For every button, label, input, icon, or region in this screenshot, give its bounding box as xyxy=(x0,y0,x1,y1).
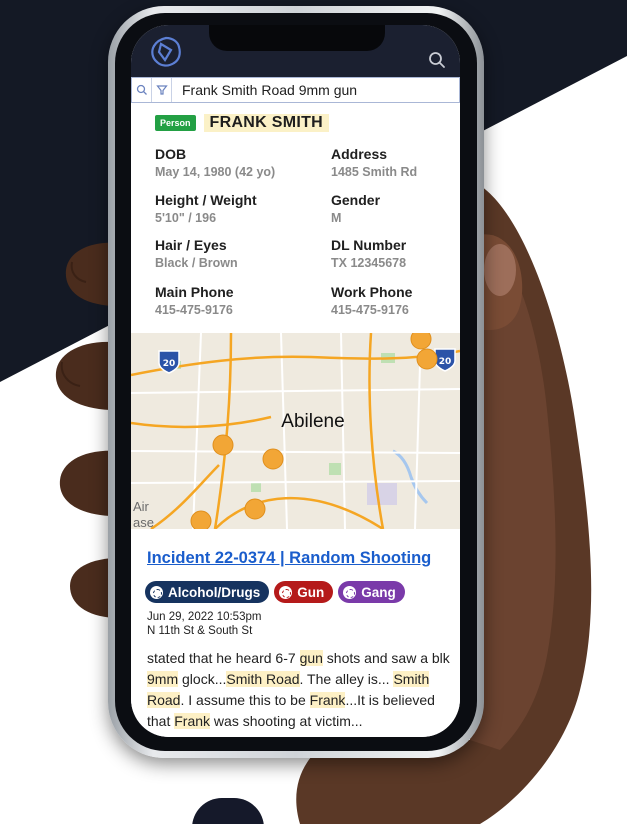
narrative-highlight: Frank xyxy=(309,692,346,708)
tag-alcohol-drugs[interactable]: Alcohol/Drugs xyxy=(145,581,270,603)
incident-title-link[interactable]: Incident 22-0374 | Random Shooting xyxy=(147,549,431,568)
map-marker-icon xyxy=(244,498,266,520)
highway-shield-label: 20 xyxy=(439,357,452,367)
field-label: DL Number xyxy=(331,237,407,253)
narrative-highlight: Smith Road xyxy=(226,671,300,687)
field-hair-eyes: Hair / Eyes Black / Brown xyxy=(155,236,305,272)
narrative-text: stated that he heard 6-7 xyxy=(147,650,300,666)
field-value: TX 12345678 xyxy=(331,256,407,270)
field-main-phone: Main Phone 415-475-9176 xyxy=(155,283,305,319)
app-header xyxy=(131,25,460,77)
narrative-text: shots and saw a blk xyxy=(322,650,450,666)
narrative-highlight: 9mm xyxy=(147,671,179,687)
person-badge: Person xyxy=(155,115,196,131)
field-value: 1485 Smith Rd xyxy=(331,165,418,179)
tag-label: Gang xyxy=(361,584,396,600)
tag-label: Alcohol/Drugs xyxy=(168,584,261,600)
field-gender: Gender M xyxy=(331,191,460,227)
map-corner-label: ase xyxy=(133,515,154,529)
field-value[interactable]: 415-475-9176 xyxy=(155,301,305,319)
phone-notch xyxy=(209,25,385,51)
narrative-highlight: Frank xyxy=(174,713,211,729)
field-work-phone: Work Phone 415-475-9176 xyxy=(331,283,460,319)
app-logo-icon[interactable] xyxy=(147,34,185,72)
field-label: Gender xyxy=(331,192,381,208)
field-dl-number: DL Number TX 12345678 xyxy=(331,236,460,272)
narrative-text: was shooting at victim... xyxy=(210,713,363,729)
search-icon[interactable] xyxy=(428,51,446,69)
field-label: Work Phone xyxy=(331,284,413,300)
incident-date: Jun 29, 2022 10:53pm xyxy=(147,611,262,623)
person-card[interactable]: Person FRANK SMITH DOB May 14, 1980 (42 … xyxy=(131,103,460,333)
map-city-label: Abilene xyxy=(281,411,344,432)
map-marker-icon xyxy=(212,434,234,456)
search-bar[interactable]: Frank Smith Road 9mm gun xyxy=(131,77,460,103)
field-label: Address xyxy=(331,146,388,162)
tag-icon xyxy=(150,585,163,599)
field-value: M xyxy=(331,211,342,225)
search-small-icon[interactable] xyxy=(132,78,152,102)
search-input[interactable]: Frank Smith Road 9mm gun xyxy=(172,82,357,98)
narrative-highlight: gun xyxy=(299,650,323,666)
tag-icon xyxy=(279,585,293,599)
filter-icon[interactable] xyxy=(152,78,172,102)
field-value: May 14, 1980 (42 yo) xyxy=(155,165,276,179)
incident-map[interactable]: 20 20 Abilene Air ase xyxy=(131,333,460,529)
map-marker-icon xyxy=(416,348,438,370)
field-value: 5'10" / 196 xyxy=(155,211,217,225)
field-address: Address 1485 Smith Rd xyxy=(331,145,460,181)
tag-gang[interactable]: Gang xyxy=(338,581,405,603)
field-label: Main Phone xyxy=(155,284,234,300)
field-label: Hair / Eyes xyxy=(155,237,227,253)
incident-tags: Alcohol/Drugs Gun Gang xyxy=(145,581,405,603)
narrative-text: glock... xyxy=(178,671,227,687)
field-dob: DOB May 14, 1980 (42 yo) xyxy=(155,145,305,181)
narrative-text: . The alley is... xyxy=(299,671,394,687)
field-value[interactable]: 415-475-9176 xyxy=(331,301,460,319)
tag-icon xyxy=(343,585,357,599)
map-marker-icon xyxy=(190,510,212,529)
person-name[interactable]: FRANK SMITH xyxy=(203,114,330,132)
phone-screen: Frank Smith Road 9mm gun Person FRANK SM… xyxy=(131,25,460,737)
narrative-text: . I assume this to be xyxy=(180,692,310,708)
highway-shield-label: 20 xyxy=(163,359,176,369)
field-label: Height / Weight xyxy=(155,192,257,208)
map-marker-icon xyxy=(262,448,284,470)
person-header: Person FRANK SMITH xyxy=(155,114,330,132)
map-corner-label: Air xyxy=(133,499,150,514)
incident-narrative: stated that he heard 6-7 gun shots and s… xyxy=(147,648,455,732)
tag-gun[interactable]: Gun xyxy=(274,581,334,603)
incident-location: N 11th St & South St xyxy=(147,625,253,637)
field-value: Black / Brown xyxy=(155,256,238,270)
incident-card[interactable]: Incident 22-0374 | Random Shooting Alcoh… xyxy=(131,529,460,737)
tag-label: Gun xyxy=(297,584,325,600)
map-marker-icon xyxy=(410,333,432,350)
field-height-weight: Height / Weight 5'10" / 196 xyxy=(155,191,305,227)
field-label: DOB xyxy=(155,146,187,162)
